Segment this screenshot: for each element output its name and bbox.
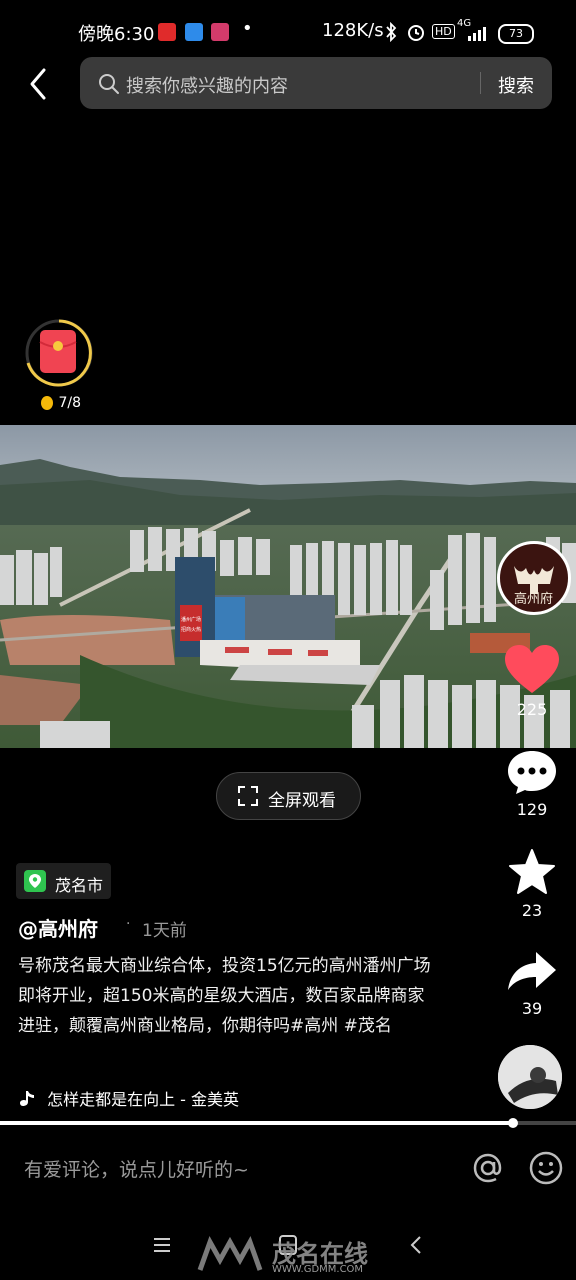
hd-badge: HD [432,24,455,39]
back-nav-icon[interactable] [408,1234,424,1256]
video-frame: 潘州广场 招商火热 [0,425,576,748]
video-progress-handle[interactable] [507,1118,518,1128]
author-name[interactable]: @高州府 [18,913,98,942]
post-time: 1天前 [142,921,187,941]
smiley-icon [529,1151,563,1185]
billboard-text: 潘州广场 [181,616,201,623]
search-divider [480,72,481,94]
comment-button[interactable] [506,748,558,800]
alarm-icon [408,25,424,41]
app-notification-icon [185,23,203,41]
share-count: 39 [521,999,543,1018]
fullscreen-label: 全屏观看 [268,791,336,811]
comment-input[interactable]: 有爱评论，说点儿好听的~ [24,1155,249,1182]
status-time: 傍晚6:30 [78,24,155,45]
red-packet-icon [25,319,93,387]
chevron-left-icon [30,68,46,100]
bluetooth-icon [386,22,397,42]
author-avatar[interactable]: 高州府 [497,541,571,615]
red-packet-counter: 7/8 [40,394,81,411]
gold-egg-icon [41,396,53,410]
music-info[interactable]: 怎样走都是在向上 - 金美英 [18,1086,239,1110]
video-player[interactable]: 潘州广场 招商火热 [0,425,576,748]
app-notification-icon [211,23,229,41]
billboard-text: 招商火热 [181,626,201,633]
watermark-logo-icon [197,1235,263,1271]
star-icon [509,849,555,894]
music-disc-cover [498,1045,562,1109]
like-count: 225 [516,700,548,719]
search-button[interactable]: 搜索 [498,72,534,98]
fullscreen-icon [238,786,258,806]
favorite-count: 23 [521,901,543,920]
author-logo-text: 高州府 [514,592,554,607]
video-progress-fill [0,1121,513,1125]
mention-button[interactable] [470,1150,506,1186]
music-note-icon [20,1091,34,1106]
signal-icon [468,27,486,41]
location-tag[interactable]: 茂名市 [16,863,111,899]
comment-icon [508,751,556,794]
red-packet-count-text: 7/8 [58,395,81,411]
app-notification-icon [158,23,176,41]
music-title: 怎样走都是在向上 - 金美英 [47,1090,240,1109]
fullscreen-button[interactable]: 全屏观看 [216,772,361,820]
search-bar[interactable]: 搜索你感兴趣的内容 搜索 [80,57,552,109]
network-speed: 128K/s [322,20,384,41]
status-dot: • [242,18,253,39]
status-bar: 傍晚6:30 • 128K/s HD 4G 73 [0,0,576,48]
video-description[interactable]: 号称茂名最大商业综合体，投资15亿元的高州潘州广场即将开业，超150米高的星级大… [18,951,438,1041]
like-button[interactable] [503,643,561,701]
music-disc[interactable] [498,1045,562,1109]
menu-icon[interactable] [152,1236,172,1254]
back-button[interactable] [20,64,60,104]
emoji-button[interactable] [528,1150,564,1186]
watermark-url: WWW.GDMM.COM [272,1264,364,1275]
share-arrow-icon [508,952,556,990]
battery-indicator: 73 [498,24,534,44]
search-icon [99,74,119,94]
comment-count: 129 [516,800,548,819]
favorite-button[interactable] [507,848,557,900]
at-icon [473,1153,502,1183]
heart-icon [505,645,559,693]
location-label: 茂名市 [55,876,104,895]
map-pin-icon [24,870,46,892]
share-button[interactable] [506,950,558,996]
search-input[interactable]: 搜索你感兴趣的内容 [126,72,288,98]
red-packet-reward[interactable] [24,318,94,388]
separator-dot: · [126,916,131,932]
